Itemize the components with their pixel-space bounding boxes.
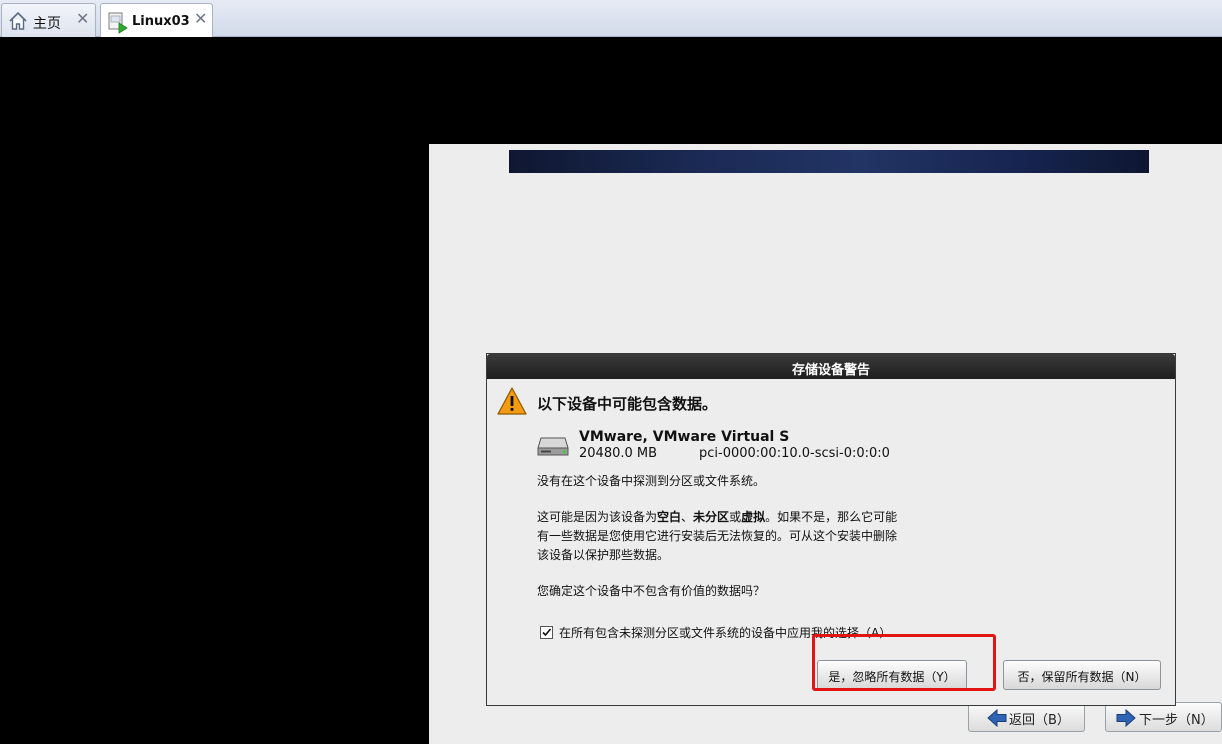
virtual-term: 虚拟 <box>741 510 766 524</box>
no-filesystem-text: 没有在这个设备中探测到分区或文件系统。 <box>537 474 766 488</box>
explanation-text: 这可能是因为该设备为空白、未分区或虚拟。如果不是，那么它可能 有一些数据是您使用… <box>537 508 897 565</box>
yes-button-label: 是，忽略所有数据（Y） <box>828 670 956 684</box>
device-size: 20480.0 MB <box>579 446 658 461</box>
apply-all-checkbox[interactable] <box>540 626 553 639</box>
next-arrow-icon <box>1116 708 1136 728</box>
tab-home[interactable]: 主页 ✕ <box>1 3 96 37</box>
yes-ignore-data-button[interactable]: 是，忽略所有数据（Y） <box>817 660 967 690</box>
device-name: VMware, VMware Virtual S <box>579 429 790 445</box>
close-icon[interactable]: ✕ <box>194 9 207 28</box>
vm-tab-bar: 主页 ✕ Linux03 ✕ <box>0 0 1222 37</box>
hard-disk-icon <box>537 434 569 462</box>
warning-icon <box>496 386 528 420</box>
dialog-titlebar[interactable]: 存储设备警告 <box>487 354 1175 379</box>
blank-term: 空白 <box>657 510 682 524</box>
dialog-heading: 以下设备中可能包含数据。 <box>537 395 718 413</box>
dialog-title: 存储设备警告 <box>791 363 870 378</box>
device-path: pci-0000:00:10.0-scsi-0:0:0:0 <box>699 446 890 461</box>
explanation-line-3: 该设备以保护那些数据。 <box>537 548 670 562</box>
confirm-question: 您确定这个设备中不包含有价值的数据吗？ <box>537 584 766 598</box>
explanation-line-2: 有一些数据是您使用它进行安装后无法恢复的。可从这个安装中删除 <box>537 529 898 543</box>
storage-warning-dialog: 存储设备警告 以下设备中可能包含数据。 VMware, VMware Virtu… <box>486 353 1176 706</box>
no-keep-data-button[interactable]: 否，保留所有数据（N） <box>1003 660 1161 690</box>
apply-all-label[interactable]: 在所有包含未探测分区或文件系统的设备中应用我的选择（A） <box>559 624 891 641</box>
tab-linux03[interactable]: Linux03 ✕ <box>100 3 213 37</box>
next-label: 下一步（N） <box>1139 713 1214 728</box>
home-icon <box>7 10 29 36</box>
tab-linux03-label: Linux03 <box>132 14 190 29</box>
tab-home-label: 主页 <box>33 16 61 32</box>
back-button[interactable]: 返回（B） <box>968 702 1085 732</box>
close-icon[interactable]: ✕ <box>76 9 89 28</box>
back-arrow-icon <box>987 708 1007 728</box>
checkmark-icon <box>542 628 552 637</box>
next-button[interactable]: 下一步（N） <box>1105 702 1222 732</box>
back-label: 返回（B） <box>1009 713 1070 728</box>
unpartitioned-term: 未分区 <box>693 510 730 524</box>
no-button-label: 否，保留所有数据（N） <box>1017 670 1147 684</box>
vm-running-icon <box>106 10 130 38</box>
installer-banner <box>509 150 1149 173</box>
explanation-line-1: 这可能是因为该设备为空白、未分区或虚拟。如果不是，那么它可能 <box>537 510 898 524</box>
